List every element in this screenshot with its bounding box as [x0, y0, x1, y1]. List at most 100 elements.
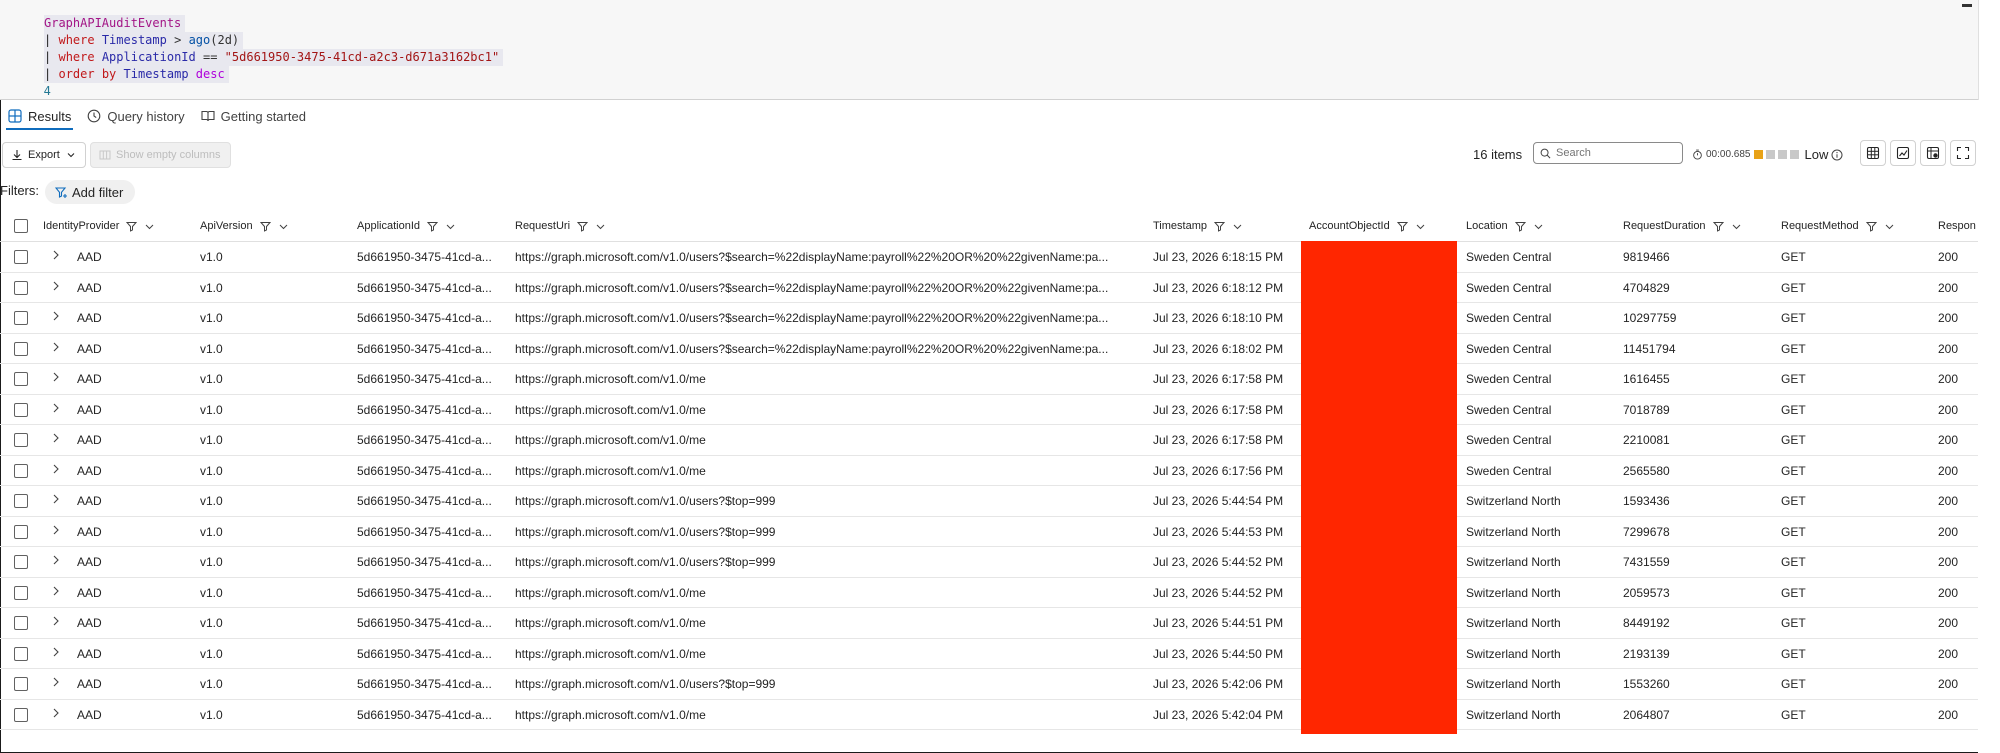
column-header[interactable]: RequestDuration	[1623, 210, 1742, 242]
column-header[interactable]: RequestMethod	[1781, 210, 1895, 242]
column-header[interactable]: IdentityProvider	[43, 210, 155, 242]
chevron-down-icon[interactable]	[1731, 221, 1742, 232]
row-checkbox[interactable]	[14, 494, 28, 508]
table-row[interactable]: AAD v1.0 5d661950-3475-41cd-a... https://gr…	[0, 242, 1978, 273]
tab-query-history[interactable]: Query history	[79, 102, 192, 130]
filter-icon[interactable]	[126, 221, 138, 232]
column-header[interactable]: Timestamp	[1153, 210, 1243, 242]
chevron-down-icon[interactable]	[1884, 221, 1895, 232]
table-row[interactable]: AAD v1.0 5d661950-3475-41cd-a... https://gr…	[0, 456, 1978, 486]
chevron-right-icon[interactable]	[50, 676, 62, 688]
table-view-button[interactable]	[1860, 140, 1886, 166]
table-cell: v1.0	[200, 707, 223, 722]
table-row[interactable]: AAD v1.0 5d661950-3475-41cd-a... https://gr…	[0, 303, 1978, 334]
chevron-right-icon[interactable]	[50, 249, 62, 261]
column-header[interactable]: Respon	[1938, 210, 1976, 242]
chevron-right-icon[interactable]	[50, 371, 62, 383]
chevron-down-icon[interactable]	[278, 221, 289, 232]
row-checkbox[interactable]	[14, 555, 28, 569]
table-row[interactable]: AAD v1.0 5d661950-3475-41cd-a... https://gr…	[0, 547, 1978, 578]
chevron-right-icon[interactable]	[50, 432, 62, 444]
select-all-checkbox[interactable]	[14, 219, 28, 233]
filter-icon[interactable]	[1214, 221, 1225, 232]
table-cell: GET	[1781, 524, 1806, 539]
editor-scrollbar[interactable]	[1978, 0, 2000, 100]
export-button[interactable]: Export	[2, 142, 86, 168]
column-header[interactable]: RequestUri	[515, 210, 606, 242]
filter-icon[interactable]	[577, 221, 589, 232]
table-row[interactable]: AAD v1.0 5d661950-3475-41cd-a... https://gr…	[0, 486, 1978, 517]
row-checkbox[interactable]	[14, 463, 28, 478]
filter-icon[interactable]	[259, 221, 271, 232]
table-cell: https://graph.microsoft.com/v1.0/me	[515, 433, 706, 447]
chart-view-button[interactable]	[1890, 140, 1916, 166]
row-checkbox[interactable]	[14, 372, 28, 386]
chevron-right-icon[interactable]	[50, 707, 62, 719]
chevron-right-icon[interactable]	[50, 310, 62, 322]
row-checkbox[interactable]	[14, 707, 28, 722]
filter-icon[interactable]	[1865, 221, 1877, 232]
table-cell: GET	[1781, 616, 1806, 630]
chevron-right-icon[interactable]	[50, 280, 62, 292]
filter-icon[interactable]	[1514, 221, 1526, 232]
row-checkbox[interactable]	[14, 585, 28, 600]
table-row[interactable]: AAD v1.0 5d661950-3475-41cd-a... https://gr…	[0, 273, 1978, 303]
chevron-right-icon[interactable]	[50, 585, 62, 597]
search-box[interactable]	[1533, 142, 1683, 164]
row-checkbox[interactable]	[14, 524, 28, 539]
minimize-icon[interactable]	[1962, 4, 1972, 7]
table-row[interactable]: AAD v1.0 5d661950-3475-41cd-a... https://gr…	[0, 395, 1978, 425]
row-checkbox[interactable]	[14, 311, 28, 325]
chevron-right-icon[interactable]	[50, 341, 62, 353]
row-checkbox[interactable]	[14, 677, 28, 691]
table-row[interactable]: AAD v1.0 5d661950-3475-41cd-a... https://gr…	[0, 364, 1978, 395]
chevron-right-icon[interactable]	[50, 646, 62, 658]
row-checkbox[interactable]	[14, 280, 28, 295]
table-row[interactable]: AAD v1.0 5d661950-3475-41cd-a... https://gr…	[0, 608, 1978, 639]
chevron-down-icon[interactable]	[445, 221, 456, 232]
row-checkbox[interactable]	[14, 250, 28, 264]
column-header[interactable]: ApplicationId	[357, 210, 456, 242]
chevron-down-icon[interactable]	[1232, 221, 1243, 232]
show-empty-columns-button[interactable]: Show empty columns	[90, 142, 231, 168]
filter-icon[interactable]	[1712, 221, 1724, 232]
table-row[interactable]: AAD v1.0 5d661950-3475-41cd-a... https://gr…	[0, 639, 1978, 669]
table-row[interactable]: AAD v1.0 5d661950-3475-41cd-a... https://gr…	[0, 669, 1978, 700]
row-checkbox[interactable]	[14, 646, 28, 661]
row-checkbox[interactable]	[14, 616, 28, 630]
table-row[interactable]: AAD v1.0 5d661950-3475-41cd-a... https://gr…	[0, 425, 1978, 456]
row-checkbox[interactable]	[14, 341, 28, 356]
column-header[interactable]: ApiVersion	[200, 210, 289, 242]
add-filter-button[interactable]: Add filter	[45, 180, 136, 204]
filter-icon[interactable]	[427, 221, 438, 232]
chevron-right-icon[interactable]	[50, 554, 62, 566]
query-editor[interactable]: 1 GraphAPIAuditEvents 2 | where Timestam…	[0, 0, 1978, 100]
row-checkbox[interactable]	[14, 433, 28, 447]
row-checkbox[interactable]	[14, 402, 28, 417]
table-row[interactable]: AAD v1.0 5d661950-3475-41cd-a... https://gr…	[0, 578, 1978, 608]
chevron-right-icon[interactable]	[50, 524, 62, 536]
column-header[interactable]: AccountObjectId	[1309, 210, 1426, 242]
line-code: GraphAPIAuditEvents	[44, 15, 186, 32]
chevron-right-icon[interactable]	[50, 615, 62, 627]
chevron-down-icon[interactable]	[595, 221, 606, 232]
fullscreen-button[interactable]	[1950, 140, 1976, 166]
chevron-down-icon[interactable]	[1533, 221, 1544, 232]
column-header[interactable]: Location	[1466, 210, 1544, 242]
table-row[interactable]: AAD v1.0 5d661950-3475-41cd-a... https://gr…	[0, 517, 1978, 547]
table-row[interactable]: AAD v1.0 5d661950-3475-41cd-a... https://gr…	[0, 700, 1978, 730]
table-cell: GET	[1781, 585, 1806, 600]
chevron-right-icon[interactable]	[50, 493, 62, 505]
info-icon[interactable]	[1831, 149, 1843, 161]
search-input[interactable]	[1556, 147, 1676, 159]
filter-icon[interactable]	[1396, 221, 1408, 232]
tab-results[interactable]: Results	[0, 102, 79, 130]
chevron-right-icon[interactable]	[50, 463, 62, 475]
table-cell: 5d661950-3475-41cd-a...	[357, 677, 492, 691]
chevron-down-icon[interactable]	[1415, 221, 1426, 232]
chevron-right-icon[interactable]	[50, 402, 62, 414]
chevron-down-icon[interactable]	[144, 221, 155, 232]
column-options-button[interactable]	[1920, 140, 1946, 166]
table-row[interactable]: AAD v1.0 5d661950-3475-41cd-a... https://gr…	[0, 334, 1978, 364]
tab-getting-started[interactable]: Getting started	[193, 102, 314, 130]
